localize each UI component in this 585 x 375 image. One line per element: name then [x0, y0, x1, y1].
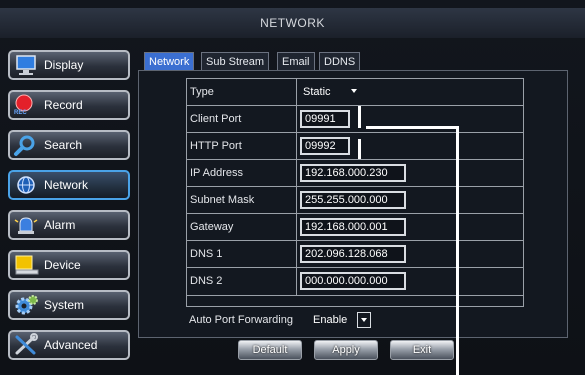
subnet-mask-row: Subnet Mask 255.255.000.000: [186, 186, 524, 213]
type-label: Type: [187, 79, 297, 105]
monitor-icon: [12, 53, 40, 77]
dns2-label: DNS 2: [187, 268, 297, 295]
type-dropdown[interactable]: Static: [297, 79, 523, 106]
gateway-label: Gateway: [187, 214, 297, 240]
subnet-mask-input[interactable]: 255.255.000.000: [300, 191, 406, 209]
search-icon: [12, 133, 40, 157]
chevron-down-icon: [351, 89, 357, 93]
chevron-down-box: [357, 312, 371, 328]
client-port-row: Client Port 09991: [186, 105, 524, 132]
chevron-down-icon: [361, 318, 367, 322]
dns2-row: DNS 2 000.000.000.000: [186, 267, 524, 307]
sidebar-item-label: Network: [44, 178, 89, 192]
network-icon: [12, 173, 40, 197]
tab-ddns[interactable]: DDNS: [319, 52, 361, 71]
ip-address-label: IP Address: [187, 160, 297, 186]
client-port-input[interactable]: 09991: [300, 110, 350, 128]
dns1-input[interactable]: 202.096.128.068: [300, 245, 406, 263]
sidebar-item-label: Alarm: [44, 218, 76, 232]
sidebar-item-label: System: [44, 298, 85, 312]
http-port-input[interactable]: 09992: [300, 137, 350, 155]
callout-bracket: [358, 139, 361, 159]
sidebar-item-label: Search: [44, 138, 83, 152]
sidebar-item-network[interactable]: Network: [8, 170, 130, 200]
alarm-icon: [12, 213, 40, 237]
exit-button[interactable]: Exit: [390, 340, 454, 360]
sidebar-item-display[interactable]: Display: [8, 50, 130, 80]
type-value: Static: [303, 86, 331, 98]
ip-address-input[interactable]: 192.168.000.230: [300, 164, 406, 182]
tools-icon: [12, 333, 40, 357]
tab-email[interactable]: Email: [277, 52, 315, 71]
sidebar-item-alarm[interactable]: Alarm: [8, 210, 130, 240]
sidebar-item-advanced[interactable]: Advanced: [8, 330, 130, 360]
rec-label: REC: [14, 110, 27, 116]
sidebar-item-label: Record: [44, 98, 83, 112]
sidebar-item-label: Device: [44, 258, 81, 272]
client-port-label: Client Port: [187, 106, 297, 132]
ip-address-row: IP Address 192.168.000.230: [186, 159, 524, 186]
dns1-label: DNS 1: [187, 241, 297, 267]
page-title: NETWORK: [0, 8, 585, 38]
callout-line: [366, 126, 458, 129]
sidebar-item-search[interactable]: Search: [8, 130, 130, 160]
default-button[interactable]: Default: [238, 340, 302, 360]
sidebar-item-label: Advanced: [44, 338, 98, 352]
apply-button[interactable]: Apply: [314, 340, 378, 360]
sidebar-item-record[interactable]: REC Record: [8, 90, 130, 120]
subnet-mask-label: Subnet Mask: [187, 187, 297, 213]
dvr-screen: NETWORK Display REC Record Search Networ…: [0, 0, 585, 375]
tab-network[interactable]: Network: [144, 52, 195, 71]
callout-line: [456, 126, 459, 375]
http-port-row: HTTP Port 09992: [186, 132, 524, 159]
gateway-row: Gateway 192.168.000.001: [186, 213, 524, 240]
device-icon: [12, 253, 40, 277]
http-port-label: HTTP Port: [187, 133, 297, 159]
gateway-input[interactable]: 192.168.000.001: [300, 218, 406, 236]
sidebar-item-label: Display: [44, 58, 84, 72]
sidebar-item-system[interactable]: System: [8, 290, 130, 320]
auto-port-forwarding-value: Enable: [313, 314, 348, 326]
tab-sub-stream[interactable]: Sub Stream: [201, 52, 270, 71]
sidebar-item-device[interactable]: Device: [8, 250, 130, 280]
type-row: Type Static: [186, 78, 524, 105]
dns1-row: DNS 1 202.096.128.068: [186, 240, 524, 267]
auto-port-forwarding-dropdown[interactable]: Enable: [313, 312, 373, 330]
auto-port-forwarding-row: Auto Port Forwarding Enable: [189, 312, 389, 332]
auto-port-forwarding-label: Auto Port Forwarding: [189, 314, 293, 326]
record-icon: REC: [12, 93, 40, 117]
gear-icon: [12, 293, 40, 317]
callout-bracket: [358, 106, 361, 128]
divider: [187, 295, 523, 296]
dns2-input[interactable]: 000.000.000.000: [300, 272, 406, 290]
